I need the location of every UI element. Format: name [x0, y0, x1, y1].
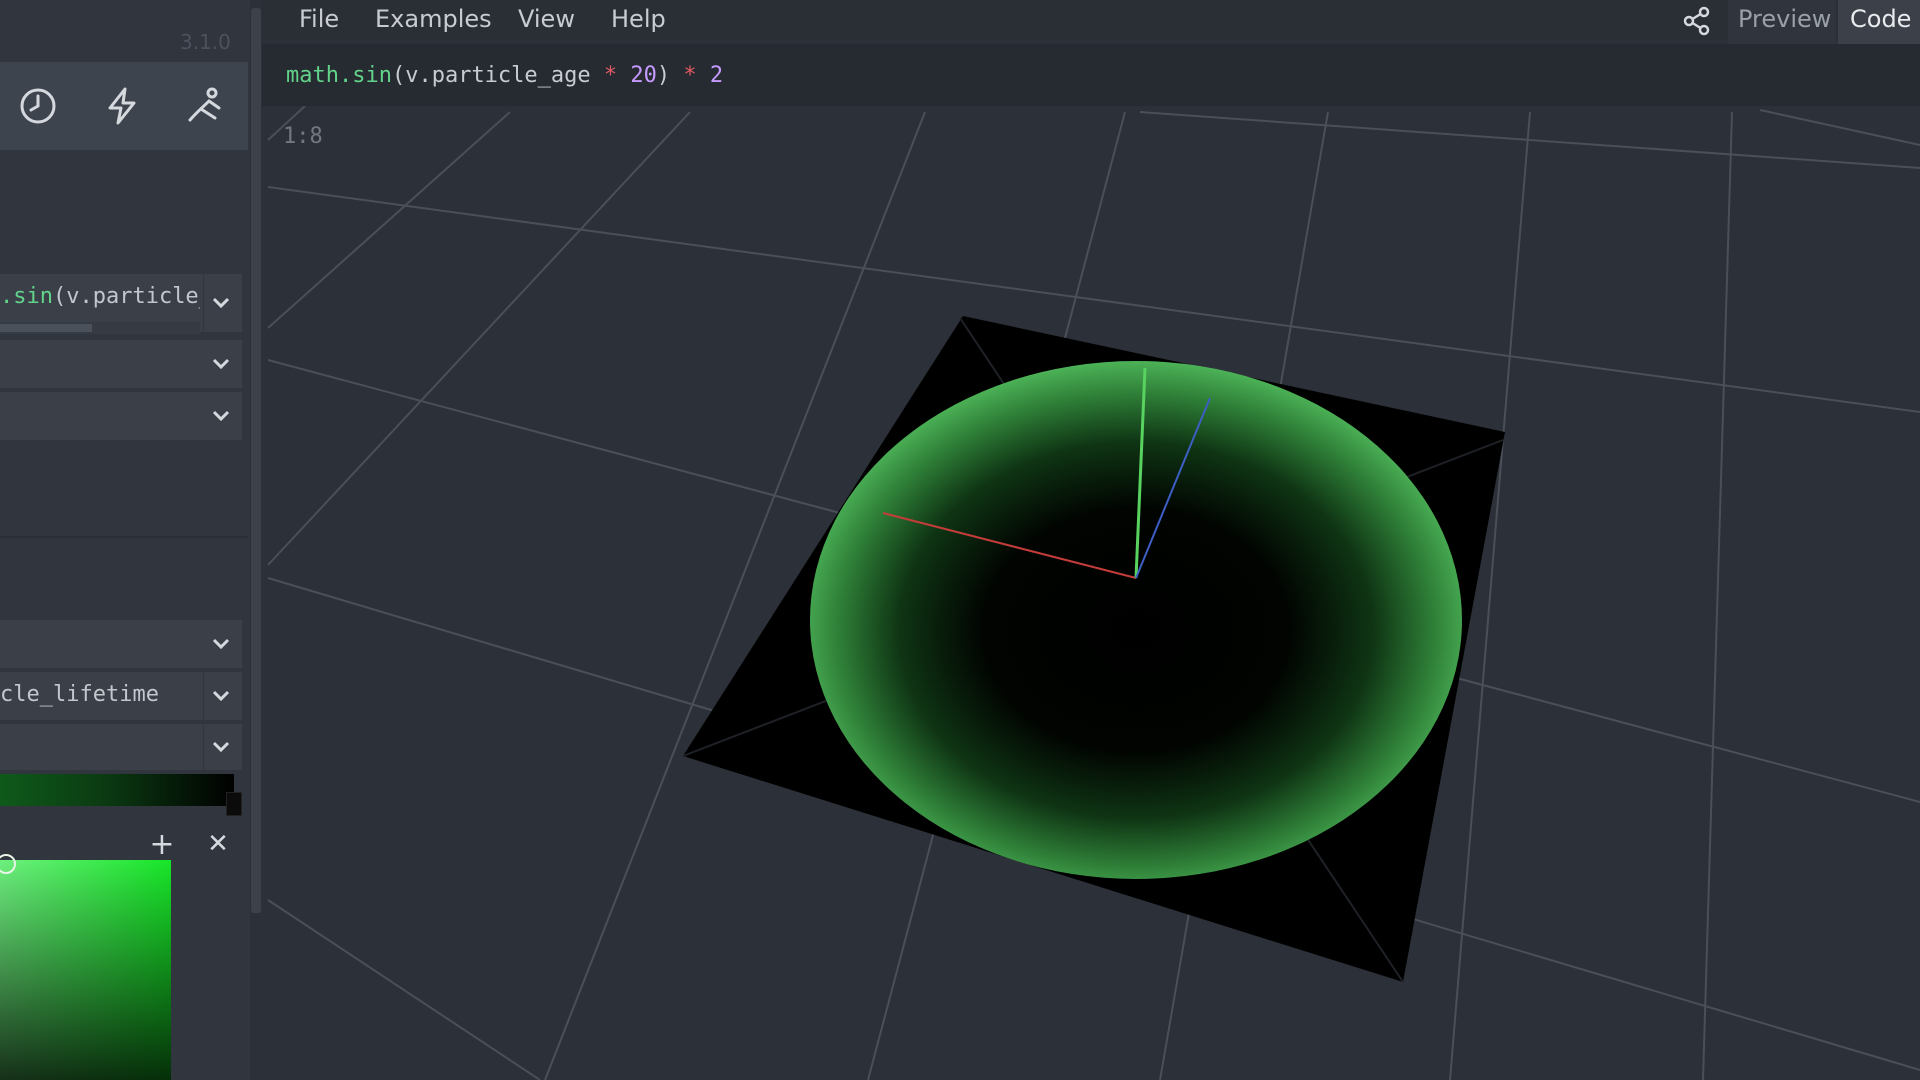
dropdown-6[interactable] — [0, 724, 242, 770]
sidebar-scrollbar[interactable] — [251, 8, 261, 913]
menu-help[interactable]: Help — [611, 5, 666, 33]
motion-icon[interactable] — [175, 76, 235, 136]
divider — [203, 672, 204, 720]
menu-view[interactable]: View — [518, 5, 575, 33]
tab-code-label: Code — [1850, 5, 1912, 33]
scrollbar-thumb[interactable] — [0, 324, 92, 332]
menu-examples[interactable]: Examples — [375, 5, 492, 33]
lifetime-dropdown[interactable]: cle_lifetime — [0, 672, 242, 720]
code-token: 20 — [617, 63, 657, 88]
gradient-bar[interactable] — [0, 774, 234, 806]
tab-preview[interactable]: Preview — [1728, 0, 1836, 44]
share-icon[interactable] — [1680, 4, 1714, 38]
chevron-down-icon[interactable] — [208, 403, 234, 429]
tool-tabs — [0, 62, 248, 150]
section-divider — [0, 536, 248, 538]
code-token: math.sin — [286, 63, 392, 88]
version-label: 3.1.0 — [180, 30, 231, 54]
lightning-icon[interactable] — [92, 76, 152, 136]
chevron-down-icon[interactable] — [208, 683, 234, 709]
code-line[interactable]: math.sin(v.particle_age * 20) * 2 — [286, 63, 723, 88]
code-token: * — [603, 63, 618, 88]
dropdown-value: cle_lifetime — [0, 682, 159, 707]
remove-stop-button[interactable]: ✕ — [200, 826, 236, 862]
code-token: 2 — [696, 63, 724, 88]
code-token: (v.particle_age — [391, 63, 604, 88]
sidebar: 3.1.0 .sin(v.particle_ cle_lifetime + ✕ — [0, 0, 250, 1080]
scene-canvas — [267, 106, 1920, 1080]
chevron-down-icon[interactable] — [208, 290, 234, 316]
tab-code[interactable]: Code — [1838, 0, 1920, 44]
close-icon: ✕ — [207, 829, 229, 859]
dropdown-4[interactable] — [0, 620, 242, 668]
preview-viewport[interactable] — [262, 106, 1920, 1080]
tab-preview-label: Preview — [1738, 5, 1832, 33]
dropdown-3[interactable] — [0, 392, 242, 440]
menu-bar — [262, 0, 1920, 40]
color-picker-area[interactable] — [0, 860, 171, 1080]
code-token: ) — [656, 63, 684, 88]
code-token: * — [683, 63, 697, 88]
dropdown-value: .sin(v.particle_ — [0, 284, 200, 309]
gradient-stop-handle[interactable] — [226, 792, 242, 816]
chevron-down-icon[interactable] — [208, 351, 234, 377]
chevron-down-icon[interactable] — [208, 631, 234, 657]
add-stop-button[interactable]: + — [144, 826, 180, 862]
divider — [203, 724, 204, 770]
divider — [203, 274, 204, 332]
dropdown-2[interactable] — [0, 340, 242, 388]
plus-icon: + — [149, 826, 175, 862]
chevron-down-icon[interactable] — [208, 734, 234, 760]
clock-icon[interactable] — [8, 76, 68, 136]
particle-sphere — [810, 361, 1462, 879]
menu-file[interactable]: File — [299, 5, 339, 33]
